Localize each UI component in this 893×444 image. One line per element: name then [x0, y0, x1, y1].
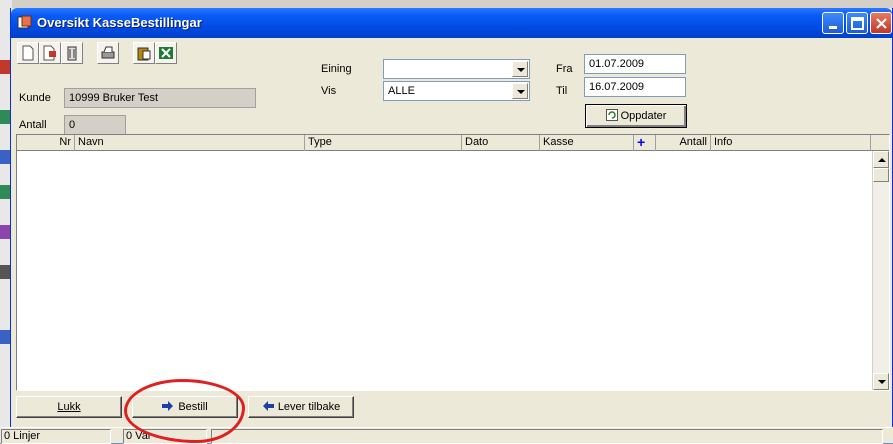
status-empty — [211, 429, 883, 444]
kunde-field: 10999 Bruker Test — [64, 88, 256, 108]
vis-label: Vis — [321, 85, 337, 97]
excel-icon — [159, 47, 173, 59]
til-date-input[interactable]: 16.07.2009 — [584, 77, 686, 97]
close-button[interactable] — [870, 12, 892, 34]
arrow-left-icon — [262, 401, 274, 411]
print-button[interactable] — [97, 42, 119, 64]
arrow-up-icon — [878, 158, 886, 162]
background-window-edge — [0, 0, 893, 8]
delete-button[interactable] — [61, 42, 83, 64]
col-header-type[interactable]: Type — [305, 135, 462, 151]
vis-select[interactable]: ALLE — [383, 81, 530, 101]
main-window: Oversikt KasseBestillingar Kunde 10999 B… — [1, 8, 893, 444]
lever-tilbake-label: Lever tilbake — [277, 401, 341, 413]
arrow-right-icon — [162, 401, 174, 411]
col-header-nr[interactable]: Nr — [17, 135, 75, 151]
status-linjer: 0 Linjer — [1, 429, 111, 444]
edit-document-button[interactable] — [39, 42, 61, 64]
excel-export-button[interactable] — [155, 42, 177, 64]
chevron-down-icon[interactable] — [512, 83, 528, 99]
orders-grid[interactable]: Nr Navn Type Dato Kasse + Antall Info — [16, 134, 890, 391]
vis-value: ALLE — [388, 85, 415, 97]
antall-field: 0 — [64, 115, 126, 135]
til-label: Til — [556, 85, 568, 97]
chevron-down-icon[interactable] — [512, 61, 528, 77]
kunde-label: Kunde — [19, 92, 51, 104]
antall-label: Antall — [19, 119, 47, 131]
minimize-button[interactable] — [822, 12, 844, 34]
col-header-antall[interactable]: Antall — [656, 135, 711, 151]
fra-date-input[interactable]: 01.07.2009 — [584, 54, 686, 74]
new-document-button[interactable] — [17, 42, 39, 64]
grid-header: Nr Navn Type Dato Kasse + Antall Info — [17, 135, 889, 151]
col-header-info[interactable]: Info — [711, 135, 871, 151]
maximize-icon — [851, 17, 864, 30]
col-header-kasse[interactable]: Kasse — [540, 135, 634, 151]
arrow-down-icon — [878, 380, 886, 384]
lukk-label: Lukk — [57, 401, 81, 413]
bestill-button[interactable]: Bestill — [132, 396, 238, 418]
new-document-icon — [22, 45, 34, 61]
minimize-icon — [829, 26, 837, 29]
title-bar[interactable]: Oversikt KasseBestillingar — [11, 8, 892, 38]
lukk-button[interactable]: Lukk — [16, 396, 122, 418]
refresh-icon — [605, 109, 618, 121]
edit-document-icon — [43, 45, 56, 61]
close-icon — [876, 18, 887, 29]
vertical-scrollbar[interactable] — [872, 151, 889, 390]
printer-icon — [101, 46, 115, 59]
oppdater-label: Oppdater — [620, 110, 667, 122]
scroll-down-button[interactable] — [873, 373, 889, 390]
fra-label: Fra — [556, 63, 573, 75]
app-icon — [17, 15, 32, 29]
eining-label: Eining — [321, 63, 352, 75]
add-column-button[interactable]: + — [634, 135, 656, 151]
bestill-label: Bestill — [178, 401, 208, 413]
window-title: Oversikt KasseBestillingar — [37, 15, 202, 30]
maximize-button[interactable] — [846, 12, 868, 34]
toolbar — [17, 42, 205, 66]
trash-icon — [67, 46, 77, 61]
lever-tilbake-button[interactable]: Lever tilbake — [248, 396, 354, 418]
col-header-navn[interactable]: Navn — [75, 135, 305, 151]
scroll-thumb[interactable] — [873, 168, 889, 182]
status-bar: 0 Linjer 0 Var — [1, 427, 893, 444]
col-header-dato[interactable]: Dato — [462, 135, 540, 151]
eining-select[interactable] — [383, 59, 530, 79]
status-varer: 0 Var — [123, 429, 207, 444]
scroll-up-button[interactable] — [873, 151, 889, 168]
paste-icon — [137, 47, 151, 61]
paste-button[interactable] — [133, 42, 155, 64]
oppdater-button[interactable]: Oppdater — [585, 104, 687, 128]
